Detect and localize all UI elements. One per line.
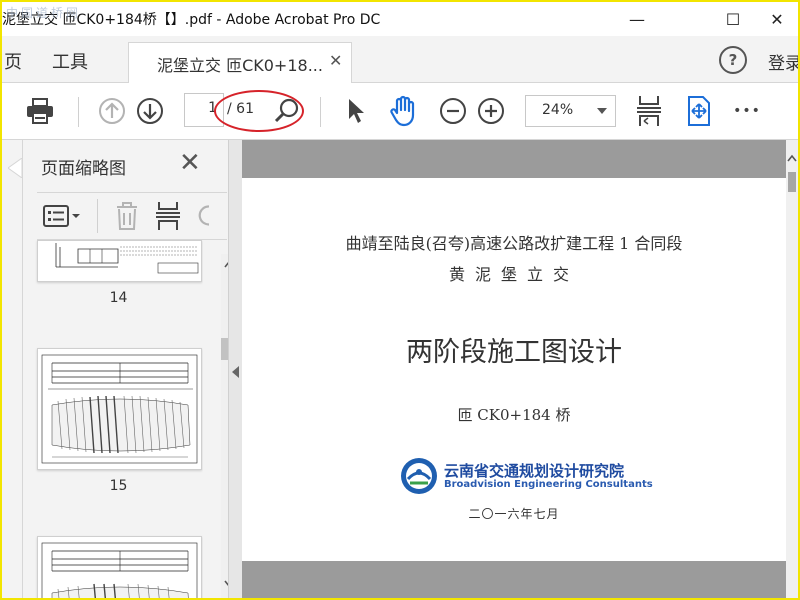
select-cursor-icon[interactable] (342, 95, 370, 127)
previous-page-icon[interactable] (96, 95, 128, 127)
zoom-out-icon[interactable] (438, 95, 468, 127)
thumbnail-page-number: 15 (109, 478, 128, 494)
zoom-in-icon[interactable] (476, 95, 506, 127)
menu-home[interactable]: 页 (4, 48, 22, 74)
toolbar-divider (78, 97, 79, 127)
institute-name-en: Broadvision Engineering Consultants (444, 479, 653, 490)
thumbnail-list: 14 15 (23, 240, 203, 598)
scroll-up-icon (787, 154, 797, 162)
close-panel-icon[interactable]: ✕ (179, 148, 201, 178)
split-page-icon[interactable] (155, 201, 181, 231)
collapse-arrow-icon (232, 366, 239, 378)
panel-pointer-icon (8, 158, 22, 178)
design-title: 两阶段施工图设计 (406, 337, 622, 368)
thumbnail-options-icon[interactable] (43, 205, 83, 227)
page-count-highlight-ellipse (214, 90, 304, 132)
document-scrollbar-thumb[interactable] (788, 172, 796, 192)
toolbar-divider (97, 199, 98, 233)
institute-logo-icon (400, 457, 438, 495)
print-icon[interactable] (22, 95, 58, 127)
maximize-button[interactable]: ☐ (710, 2, 756, 36)
thumbnail-panel-title: 页面缩略图 (41, 159, 126, 179)
thumbnail-page-15[interactable] (37, 348, 202, 470)
thumbnail-page-14[interactable] (37, 240, 202, 282)
acrobat-window: 泥堡立交 匝CK0+184桥【】.pdf - Adobe Acrobat Pro… (0, 0, 800, 600)
thumbnail-page-16[interactable] (37, 536, 202, 598)
document-tab-label: 泥堡立交 匝CK0+18... (157, 56, 323, 75)
panel-collapse-handle[interactable] (228, 140, 243, 598)
help-icon[interactable]: ? (719, 46, 747, 74)
close-window-button[interactable]: ✕ (754, 2, 798, 36)
interchange-name: 黄泥堡立交 (448, 265, 579, 284)
watermark-text: 中国道桥网 (6, 6, 82, 20)
pdf-page: 曲靖至陆良(召夸)高速公路改扩建工程 1 合同段 黄泥堡立交 两阶段施工图设计 … (242, 178, 786, 561)
document-scrollbar[interactable] (786, 140, 798, 598)
bridge-name: 匝 CK0+184 桥 (457, 406, 571, 424)
toolbar-divider (320, 97, 321, 127)
institute-name-cn: 云南省交通规划设计研究院 (444, 462, 625, 480)
toolbar: 1 / 61 24% ••• (2, 83, 798, 140)
thumbnail-panel-area: 页面缩略图 ✕ 14 15 (2, 140, 237, 598)
login-button[interactable]: 登录 (768, 49, 798, 74)
minimize-button[interactable]: — (614, 2, 660, 36)
rotate-icon[interactable] (195, 203, 209, 229)
document-date: 二〇一六年七月 (468, 507, 560, 521)
chevron-down-icon (597, 108, 607, 114)
document-view: 曲靖至陆良(召夸)高速公路改扩建工程 1 合同段 黄泥堡立交 两阶段施工图设计 … (242, 140, 786, 598)
thumbnail-tools (37, 192, 227, 240)
page-display-icon[interactable] (634, 95, 664, 127)
menu-tools[interactable]: 工具 (52, 48, 88, 74)
document-tab[interactable]: 泥堡立交 匝CK0+18... ✕ (128, 42, 352, 84)
zoom-select[interactable]: 24% (525, 95, 616, 127)
tab-bar: 页 工具 泥堡立交 匝CK0+18... ✕ ? 登录 (2, 36, 798, 84)
project-name: 曲靖至陆良(召夸)高速公路改扩建工程 1 合同段 (345, 234, 683, 253)
more-tools-icon[interactable]: ••• (732, 95, 762, 127)
delete-page-icon[interactable] (115, 201, 139, 231)
close-tab-icon[interactable]: ✕ (329, 51, 342, 70)
title-bar: 泥堡立交 匝CK0+184桥【】.pdf - Adobe Acrobat Pro… (2, 2, 798, 36)
thumbnail-page-number: 14 (109, 290, 128, 306)
next-page-icon[interactable] (134, 95, 166, 127)
hand-tool-icon[interactable] (386, 95, 420, 127)
fit-page-icon[interactable] (684, 95, 714, 127)
thumbnail-panel: 页面缩略图 ✕ 14 15 (22, 140, 237, 598)
